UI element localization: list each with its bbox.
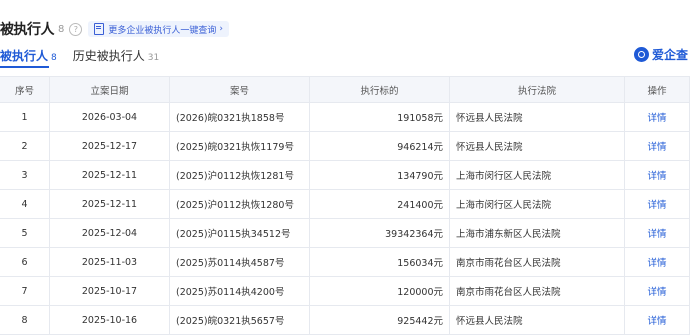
column-header-case-no: 案号	[169, 76, 310, 103]
case-number-cell: (2025)苏0114执4587号	[169, 247, 310, 277]
section-header: 被执行人 8 ? 更多企业被执行人一键查询 ›	[0, 18, 229, 40]
column-header-court: 执行法院	[449, 76, 625, 103]
execution-amount-cell: 156034元	[309, 247, 450, 277]
details-link-cell: 详情	[624, 247, 690, 277]
tab-history-executed-person[interactable]: 历史被执行人 31	[73, 47, 159, 67]
court-name-cell: 怀远县人民法院	[449, 131, 625, 161]
row-index-cell: 4	[0, 189, 50, 219]
help-icon[interactable]: ?	[69, 22, 83, 36]
details-link-cell: 详情	[624, 305, 690, 335]
search-logo-icon	[633, 47, 649, 62]
row-index-cell: 8	[0, 305, 50, 335]
execution-amount-cell: 120000元	[309, 276, 450, 306]
filing-date-cell: 2025-12-11	[49, 160, 170, 190]
section-count: 8	[58, 23, 65, 35]
row-index-cell: 1	[0, 102, 50, 132]
executed-person-table: 序号 立案日期 案号 执行标的 执行法院 操作 1 2026-03-04 (2026…	[0, 76, 690, 335]
tab-count: 8	[51, 53, 57, 63]
details-link-cell: 详情	[624, 160, 690, 190]
brand-logo: 爱企查	[633, 46, 688, 63]
filing-date-cell: 2025-10-16	[49, 305, 170, 335]
court-name-cell: 怀远县人民法院	[449, 102, 625, 132]
execution-amount-cell: 191058元	[309, 102, 450, 132]
table-row: 6 2025-11-03 (2025)苏0114执4587号 156034元 南京市雨花…	[0, 247, 690, 277]
filing-date-cell: 2026-03-04	[49, 102, 170, 132]
chevron-right-icon: ›	[219, 24, 223, 34]
filing-date-cell: 2025-10-17	[49, 276, 170, 306]
filing-date-cell: 2025-12-04	[49, 218, 170, 248]
filing-date-cell: 2025-12-17	[49, 131, 170, 161]
execution-amount-cell: 134790元	[309, 160, 450, 190]
court-name-cell: 上海市浦东新区人民法院	[449, 218, 625, 248]
execution-amount-cell: 241400元	[309, 189, 450, 219]
case-number-cell: (2026)皖0321执1858号	[169, 102, 310, 132]
table-row: 5 2025-12-04 (2025)沪0115执34512号 39342364元 上海…	[0, 218, 690, 248]
bulk-query-link[interactable]: 更多企业被执行人一键查询 ›	[88, 21, 229, 37]
details-link-cell: 详情	[624, 102, 690, 132]
court-name-cell: 南京市雨花台区人民法院	[449, 247, 625, 277]
details-link-cell: 详情	[624, 131, 690, 161]
court-name-cell: 上海市闵行区人民法院	[449, 160, 625, 190]
details-link[interactable]: 详情	[647, 287, 666, 298]
details-link[interactable]: 详情	[647, 113, 666, 124]
case-number-cell: (2025)沪0115执34512号	[169, 218, 310, 248]
court-name-cell: 上海市闵行区人民法院	[449, 189, 625, 219]
details-link[interactable]: 详情	[647, 200, 666, 211]
execution-amount-cell: 925442元	[309, 305, 450, 335]
table-row: 1 2026-03-04 (2026)皖0321执1858号 191058元 怀远县人民…	[0, 102, 690, 132]
row-index-cell: 3	[0, 160, 50, 190]
details-link[interactable]: 详情	[647, 229, 666, 240]
bulk-query-label: 更多企业被执行人一键查询	[108, 25, 217, 36]
filing-date-cell: 2025-11-03	[49, 247, 170, 277]
row-index-cell: 7	[0, 276, 50, 306]
row-index-cell: 5	[0, 218, 50, 248]
details-link[interactable]: 详情	[647, 316, 666, 327]
column-header-action: 操作	[624, 76, 690, 103]
table-header-row: 序号 立案日期 案号 执行标的 执行法院 操作	[0, 76, 690, 103]
column-header-amount: 执行标的	[309, 76, 450, 103]
table-row: 3 2025-12-11 (2025)沪0112执恢1281号 134790元 上海市闵…	[0, 160, 690, 190]
tab-count: 31	[147, 53, 160, 63]
column-header-index: 序号	[0, 76, 50, 103]
tab-executed-person[interactable]: 被执行人 8	[0, 47, 57, 68]
details-link-cell: 详情	[624, 218, 690, 248]
details-link[interactable]: 详情	[647, 258, 666, 269]
row-index-cell: 2	[0, 131, 50, 161]
table-row: 4 2025-12-11 (2025)沪0112执恢1280号 241400元 上海市闵…	[0, 189, 690, 219]
section-title: 被执行人	[0, 22, 55, 38]
case-number-cell: (2025)沪0112执恢1280号	[169, 189, 310, 219]
column-header-date: 立案日期	[49, 76, 170, 103]
case-number-cell: (2025)沪0112执恢1281号	[169, 160, 310, 190]
execution-amount-cell: 946214元	[309, 131, 450, 161]
tab-label: 历史被执行人	[72, 49, 145, 63]
case-number-cell: (2025)皖0321执恢1179号	[169, 131, 310, 161]
brand-name: 爱企查	[651, 48, 688, 62]
case-number-cell: (2025)苏0114执4200号	[169, 276, 310, 306]
execution-amount-cell: 39342364元	[309, 218, 450, 248]
case-number-cell: (2025)皖0321执5657号	[169, 305, 310, 335]
document-icon	[94, 23, 105, 35]
tab-bar: 被执行人 8 历史被执行人 31	[0, 47, 175, 68]
details-link-cell: 详情	[624, 189, 690, 219]
details-link[interactable]: 详情	[647, 142, 666, 153]
court-name-cell: 怀远县人民法院	[449, 305, 625, 335]
details-link[interactable]: 详情	[647, 171, 666, 182]
table-row: 2 2025-12-17 (2025)皖0321执恢1179号 946214元 怀远县人…	[0, 131, 690, 161]
table-row: 8 2025-10-16 (2025)皖0321执5657号 925442元 怀远县人民…	[0, 305, 690, 335]
tab-label: 被执行人	[0, 49, 49, 63]
table-row: 7 2025-10-17 (2025)苏0114执4200号 120000元 南京市雨花…	[0, 276, 690, 306]
filing-date-cell: 2025-12-11	[49, 189, 170, 219]
court-name-cell: 南京市雨花台区人民法院	[449, 276, 625, 306]
details-link-cell: 详情	[624, 276, 690, 306]
row-index-cell: 6	[0, 247, 50, 277]
